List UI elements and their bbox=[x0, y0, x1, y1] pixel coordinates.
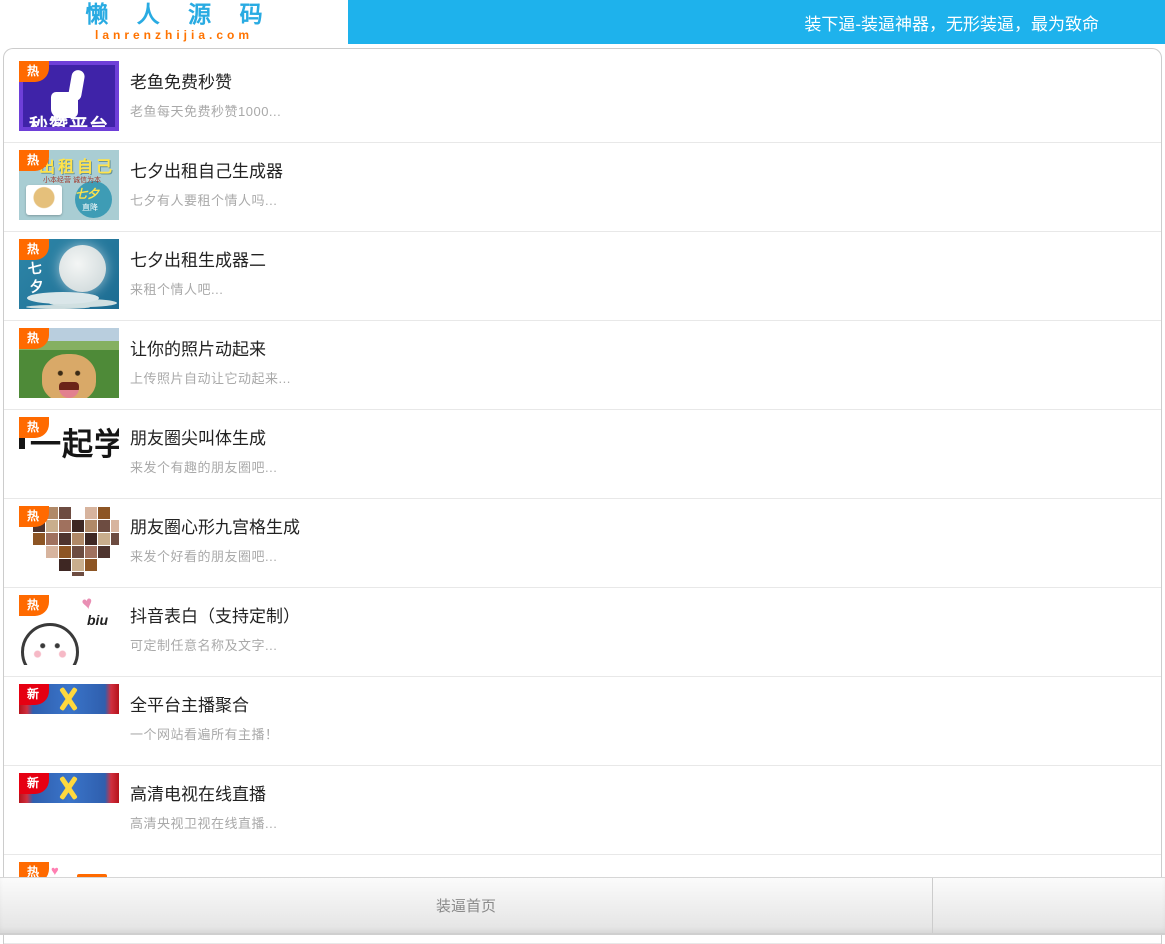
item-thumbnail[interactable]: 热 出租自己 小本经营 诚信为本 七夕 直降 bbox=[19, 150, 119, 231]
list-item[interactable]: 热 约七夕 七夕出租生成器二 来租个情人吧... bbox=[4, 232, 1161, 321]
item-title: 全平台主播聚合 bbox=[130, 695, 279, 717]
item-subtitle: 来发个有趣的朋友圈吧... bbox=[130, 457, 277, 476]
list-item[interactable]: 新 高清电视在线直播 高清央视卫视在线直播... bbox=[4, 766, 1161, 855]
content-panel: 热 秒赞平台 老鱼免费秒赞 老鱼每天免费秒赞1000... 热 出租自己 小本经… bbox=[3, 48, 1162, 944]
item-thumbnail[interactable]: 热 秒赞平台 bbox=[19, 61, 119, 142]
thumb-text-1: 出租自己 bbox=[39, 153, 115, 177]
item-text: 抖音表白（支持定制） 可定制任意名称及文字... bbox=[130, 606, 300, 676]
item-subtitle: 可定制任意名称及文字... bbox=[130, 635, 300, 654]
item-text: 让你的照片动起来 上传照片自动让它动起来... bbox=[130, 339, 291, 409]
thumb-text-3: 七夕 bbox=[75, 185, 99, 202]
item-title: 老鱼免费秒赞 bbox=[130, 72, 281, 94]
header-banner: 装下逼-装逼神器，无形装逼，最为致命 bbox=[348, 0, 1165, 44]
item-subtitle: 七夕有人要租个情人吗... bbox=[130, 190, 283, 209]
item-subtitle: 高清央视卫视在线直播... bbox=[130, 813, 277, 832]
footer-home-link[interactable]: 装逼首页 bbox=[0, 878, 933, 933]
item-title: 朋友圈心形九宫格生成 bbox=[130, 517, 300, 539]
thumb-text-1: biu bbox=[87, 612, 108, 628]
item-thumbnail[interactable]: 新 bbox=[19, 684, 119, 765]
item-text: 七夕出租自己生成器 七夕有人要租个情人吗... bbox=[130, 161, 283, 231]
item-text: 七夕出租生成器二 来租个情人吧... bbox=[130, 250, 266, 320]
item-text: 朋友圈尖叫体生成 来发个有趣的朋友圈吧... bbox=[130, 428, 277, 498]
footer-side-area bbox=[933, 878, 1165, 933]
list-item[interactable]: 热 让你的照片动起来 上传照片自动让它动起来... bbox=[4, 321, 1161, 410]
item-thumbnail[interactable]: 热 约七夕 bbox=[19, 239, 119, 320]
item-subtitle: 来发个好看的朋友圈吧... bbox=[130, 546, 300, 565]
item-text: 全平台主播聚合 一个网站看遍所有主播！ bbox=[130, 695, 279, 765]
list-item[interactable]: 热 出租自己 小本经营 诚信为本 七夕 直降 七夕出租自己生成器 七夕有人要租个… bbox=[4, 143, 1161, 232]
item-thumbnail[interactable]: 热 一起学 bbox=[19, 417, 119, 498]
item-title: 让你的照片动起来 bbox=[130, 339, 291, 361]
list-item[interactable]: 热 biu 抖音表白（支持定制） 可定制任意名称及文字... bbox=[4, 588, 1161, 677]
item-text: 高清电视在线直播 高清央视卫视在线直播... bbox=[130, 784, 277, 854]
site-logo-title: 懒 人 源 码 bbox=[74, 3, 273, 26]
item-text: 老鱼免费秒赞 老鱼每天免费秒赞1000... bbox=[130, 72, 281, 142]
item-title: 抖音表白（支持定制） bbox=[130, 606, 300, 628]
footer-bar: 装逼首页 bbox=[0, 877, 1165, 935]
item-title: 七夕出租生成器二 bbox=[130, 250, 266, 272]
item-text: 朋友圈心形九宫格生成 来发个好看的朋友圈吧... bbox=[130, 517, 300, 587]
item-thumbnail[interactable]: 热 bbox=[19, 328, 119, 409]
list-item[interactable]: 热 秒赞平台 老鱼免费秒赞 老鱼每天免费秒赞1000... bbox=[4, 54, 1161, 143]
item-subtitle: 上传照片自动让它动起来... bbox=[130, 368, 291, 387]
site-header: 懒 人 源 码 lanrenzhijia.com 装下逼-装逼神器，无形装逼，最… bbox=[0, 0, 1165, 44]
item-title: 七夕出租自己生成器 bbox=[130, 161, 283, 183]
header-banner-text: 装下逼-装逼神器，无形装逼，最为致命 bbox=[804, 10, 1099, 35]
page: 懒 人 源 码 lanrenzhijia.com 装下逼-装逼神器，无形装逼，最… bbox=[0, 0, 1165, 944]
item-subtitle: 一个网站看遍所有主播！ bbox=[130, 724, 279, 743]
list-item[interactable]: 热 朋友圈心形九宫格生成 来发个好看的朋友圈吧... bbox=[4, 499, 1161, 588]
site-logo-domain: lanrenzhijia.com bbox=[95, 29, 253, 41]
item-title: 高清电视在线直播 bbox=[130, 784, 277, 806]
thumb-text-2: 小本经营 诚信为本 bbox=[43, 175, 101, 185]
item-thumbnail[interactable]: 热 bbox=[19, 506, 119, 587]
thumb-text-4: 直降 bbox=[82, 202, 98, 213]
item-subtitle: 老鱼每天免费秒赞1000... bbox=[130, 101, 281, 120]
item-title: 朋友圈尖叫体生成 bbox=[130, 428, 277, 450]
item-thumbnail[interactable]: 热 biu bbox=[19, 595, 119, 676]
item-list: 热 秒赞平台 老鱼免费秒赞 老鱼每天免费秒赞1000... 热 出租自己 小本经… bbox=[4, 49, 1161, 944]
item-subtitle: 来租个情人吧... bbox=[130, 279, 266, 298]
footer-home-label: 装逼首页 bbox=[436, 895, 496, 916]
site-logo[interactable]: 懒 人 源 码 lanrenzhijia.com bbox=[0, 0, 348, 44]
item-thumbnail[interactable]: 新 bbox=[19, 773, 119, 854]
list-item[interactable]: 热 一起学 朋友圈尖叫体生成 来发个有趣的朋友圈吧... bbox=[4, 410, 1161, 499]
thumb-text-1: 秒赞平台 bbox=[23, 111, 115, 131]
list-item[interactable]: 新 全平台主播聚合 一个网站看遍所有主播！ bbox=[4, 677, 1161, 766]
